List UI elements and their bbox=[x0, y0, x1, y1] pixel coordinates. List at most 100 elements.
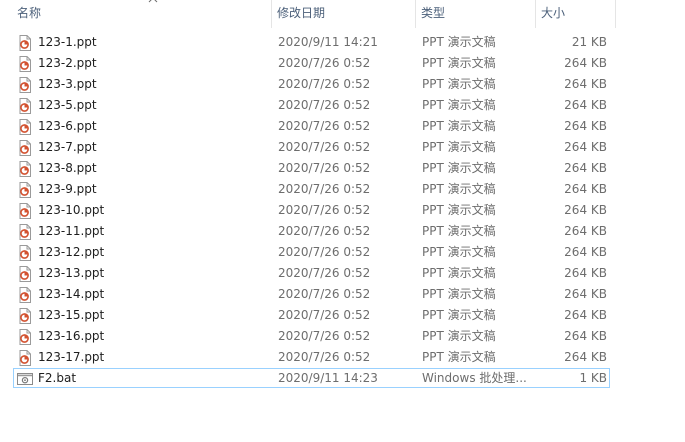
ppt-file-icon bbox=[17, 245, 33, 261]
ppt-file-icon bbox=[17, 77, 33, 93]
file-explorer-list: 名称 修改日期 类型 大小 123-1.ppt 2020/9/11 14:21 … bbox=[0, 0, 685, 442]
file-row[interactable]: 123-15.ppt 2020/7/26 0:52 PPT 演示文稿 264 K… bbox=[0, 305, 685, 326]
file-modified-date: 2020/7/26 0:52 bbox=[278, 224, 371, 238]
bat-file-icon bbox=[17, 371, 33, 387]
file-type: PPT 演示文稿 bbox=[422, 182, 496, 196]
file-type: PPT 演示文稿 bbox=[422, 56, 496, 70]
file-type: PPT 演示文稿 bbox=[422, 35, 496, 49]
ppt-file-icon bbox=[17, 56, 33, 72]
file-name: 123-6.ppt bbox=[38, 119, 97, 133]
file-modified-date: 2020/7/26 0:52 bbox=[278, 161, 371, 175]
file-modified-date: 2020/9/11 14:23 bbox=[278, 371, 378, 385]
file-name: 123-7.ppt bbox=[38, 140, 97, 154]
file-modified-date: 2020/7/26 0:52 bbox=[278, 140, 371, 154]
ppt-file-icon bbox=[17, 266, 33, 282]
file-size: 264 KB bbox=[564, 182, 607, 196]
ppt-file-icon bbox=[17, 161, 33, 177]
file-row[interactable]: 123-3.ppt 2020/7/26 0:52 PPT 演示文稿 264 KB bbox=[0, 74, 685, 95]
file-row[interactable]: 123-5.ppt 2020/7/26 0:52 PPT 演示文稿 264 KB bbox=[0, 95, 685, 116]
file-size: 264 KB bbox=[564, 287, 607, 301]
file-row[interactable]: 123-7.ppt 2020/7/26 0:52 PPT 演示文稿 264 KB bbox=[0, 137, 685, 158]
file-name: 123-9.ppt bbox=[38, 182, 97, 196]
file-row[interactable]: 123-11.ppt 2020/7/26 0:52 PPT 演示文稿 264 K… bbox=[0, 221, 685, 242]
ppt-file-icon bbox=[17, 350, 33, 366]
file-row[interactable]: 123-8.ppt 2020/7/26 0:52 PPT 演示文稿 264 KB bbox=[0, 158, 685, 179]
file-type: PPT 演示文稿 bbox=[422, 140, 496, 154]
file-row[interactable]: F2.bat 2020/9/11 14:23 Windows 批处理... 1 … bbox=[0, 368, 685, 389]
sort-ascending-icon bbox=[148, 0, 158, 3]
file-name: 123-3.ppt bbox=[38, 77, 97, 91]
file-size: 264 KB bbox=[564, 98, 607, 112]
column-header-modified[interactable]: 修改日期 bbox=[272, 0, 415, 28]
file-modified-date: 2020/7/26 0:52 bbox=[278, 77, 371, 91]
file-size: 264 KB bbox=[564, 56, 607, 70]
ppt-file-icon bbox=[17, 224, 33, 240]
file-modified-date: 2020/7/26 0:52 bbox=[278, 329, 371, 343]
file-row[interactable]: 123-12.ppt 2020/7/26 0:52 PPT 演示文稿 264 K… bbox=[0, 242, 685, 263]
file-size: 1 KB bbox=[579, 371, 607, 385]
file-type: Windows 批处理... bbox=[422, 371, 527, 385]
file-name: 123-12.ppt bbox=[38, 245, 105, 259]
file-size: 264 KB bbox=[564, 308, 607, 322]
file-row[interactable]: 123-6.ppt 2020/7/26 0:52 PPT 演示文稿 264 KB bbox=[0, 116, 685, 137]
file-size: 264 KB bbox=[564, 266, 607, 280]
file-row[interactable]: 123-1.ppt 2020/9/11 14:21 PPT 演示文稿 21 KB bbox=[0, 32, 685, 53]
file-row[interactable]: 123-17.ppt 2020/7/26 0:52 PPT 演示文稿 264 K… bbox=[0, 347, 685, 368]
file-modified-date: 2020/7/26 0:52 bbox=[278, 182, 371, 196]
file-type: PPT 演示文稿 bbox=[422, 119, 496, 133]
file-row[interactable]: 123-2.ppt 2020/7/26 0:52 PPT 演示文稿 264 KB bbox=[0, 53, 685, 74]
file-row[interactable]: 123-10.ppt 2020/7/26 0:52 PPT 演示文稿 264 K… bbox=[0, 200, 685, 221]
file-size: 264 KB bbox=[564, 203, 607, 217]
file-type: PPT 演示文稿 bbox=[422, 203, 496, 217]
file-size: 21 KB bbox=[571, 35, 607, 49]
file-modified-date: 2020/7/26 0:52 bbox=[278, 287, 371, 301]
file-size: 264 KB bbox=[564, 140, 607, 154]
file-name: 123-8.ppt bbox=[38, 161, 97, 175]
file-row[interactable]: 123-13.ppt 2020/7/26 0:52 PPT 演示文稿 264 K… bbox=[0, 263, 685, 284]
file-modified-date: 2020/7/26 0:52 bbox=[278, 56, 371, 70]
file-modified-date: 2020/7/26 0:52 bbox=[278, 350, 371, 364]
file-name: 123-13.ppt bbox=[38, 266, 105, 280]
ppt-file-icon bbox=[17, 182, 33, 198]
file-modified-date: 2020/7/26 0:52 bbox=[278, 308, 371, 322]
file-name: 123-17.ppt bbox=[38, 350, 105, 364]
ppt-file-icon bbox=[17, 35, 33, 51]
file-name: 123-5.ppt bbox=[38, 98, 97, 112]
file-name: 123-14.ppt bbox=[38, 287, 105, 301]
column-header-type-label: 类型 bbox=[421, 6, 446, 20]
column-header-type[interactable]: 类型 bbox=[416, 0, 535, 28]
file-name: 123-15.ppt bbox=[38, 308, 105, 322]
file-size: 264 KB bbox=[564, 329, 607, 343]
file-name: 123-16.ppt bbox=[38, 329, 105, 343]
ppt-file-icon bbox=[17, 308, 33, 324]
file-modified-date: 2020/9/11 14:21 bbox=[278, 35, 378, 49]
file-modified-date: 2020/7/26 0:52 bbox=[278, 119, 371, 133]
file-type: PPT 演示文稿 bbox=[422, 224, 496, 238]
file-size: 264 KB bbox=[564, 245, 607, 259]
column-header-modified-label: 修改日期 bbox=[277, 6, 326, 20]
column-divider[interactable] bbox=[615, 0, 616, 28]
file-list: 123-1.ppt 2020/9/11 14:21 PPT 演示文稿 21 KB… bbox=[0, 32, 685, 389]
column-header-name[interactable]: 名称 bbox=[12, 0, 271, 28]
file-type: PPT 演示文稿 bbox=[422, 161, 496, 175]
file-type: PPT 演示文稿 bbox=[422, 266, 496, 280]
ppt-file-icon bbox=[17, 203, 33, 219]
file-name: 123-10.ppt bbox=[38, 203, 105, 217]
column-header-size-label: 大小 bbox=[541, 6, 566, 20]
file-size: 264 KB bbox=[564, 77, 607, 91]
column-header-name-label: 名称 bbox=[17, 6, 42, 20]
file-row[interactable]: 123-14.ppt 2020/7/26 0:52 PPT 演示文稿 264 K… bbox=[0, 284, 685, 305]
file-size: 264 KB bbox=[564, 224, 607, 238]
file-type: PPT 演示文稿 bbox=[422, 308, 496, 322]
ppt-file-icon bbox=[17, 329, 33, 345]
column-header-size[interactable]: 大小 bbox=[536, 0, 615, 28]
file-modified-date: 2020/7/26 0:52 bbox=[278, 203, 371, 217]
file-row[interactable]: 123-16.ppt 2020/7/26 0:52 PPT 演示文稿 264 K… bbox=[0, 326, 685, 347]
ppt-file-icon bbox=[17, 119, 33, 135]
file-type: PPT 演示文稿 bbox=[422, 98, 496, 112]
file-size: 264 KB bbox=[564, 161, 607, 175]
ppt-file-icon bbox=[17, 140, 33, 156]
file-size: 264 KB bbox=[564, 350, 607, 364]
ppt-file-icon bbox=[17, 287, 33, 303]
file-row[interactable]: 123-9.ppt 2020/7/26 0:52 PPT 演示文稿 264 KB bbox=[0, 179, 685, 200]
